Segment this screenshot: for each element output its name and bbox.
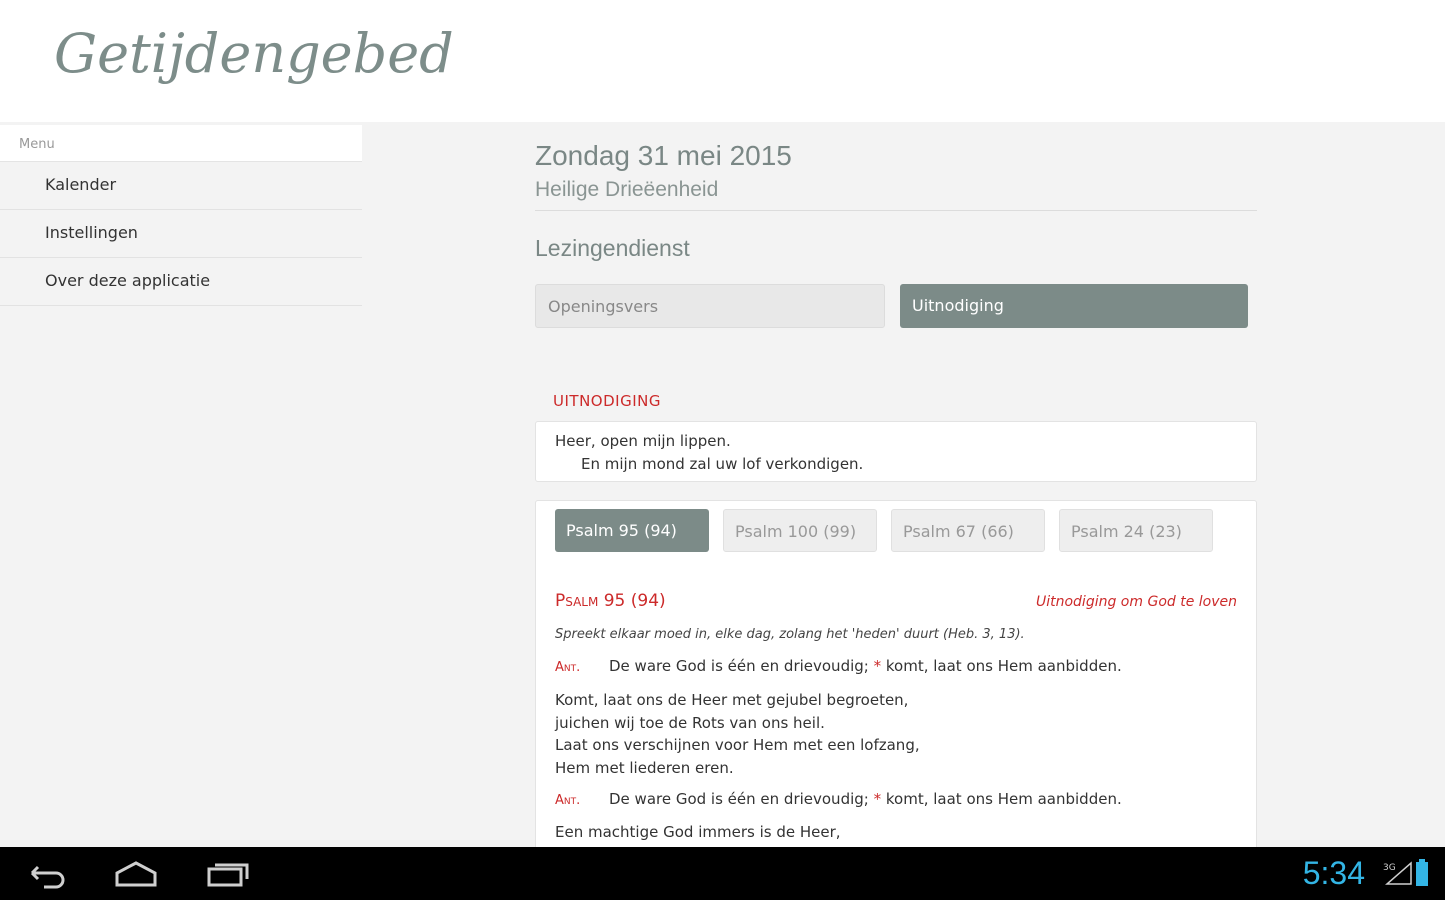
svg-text:3G: 3G [1383, 863, 1396, 873]
antiphon-text-2: komt, laat ons Hem aanbidden. [885, 657, 1122, 675]
psalm-title: Psalm 95 (94) [555, 591, 666, 611]
clock: 5:34 [1302, 855, 1365, 891]
antiphon-text-1: De ware God is één en drievoudig; [609, 657, 869, 675]
menu-label: Menu [0, 125, 362, 162]
tab-psalm-24[interactable]: Psalm 24 (23) [1059, 509, 1213, 552]
tab-openingsvers[interactable]: Openingsvers [535, 284, 885, 328]
signal-icon: 3G [1383, 861, 1412, 885]
sidebar-item-kalender[interactable]: Kalender [0, 162, 362, 210]
psalm-quote: Spreekt elkaar moed in, elke dag, zolang… [555, 627, 1025, 642]
back-icon[interactable] [24, 859, 68, 889]
sidebar-item-over[interactable]: Over deze applicatie [0, 258, 362, 306]
battery-icon [1416, 859, 1428, 886]
antiphon: Ant. De ware God is één en drievoudig; * … [555, 657, 1122, 675]
antiphon-text-2: komt, laat ons Hem aanbidden. [885, 790, 1122, 808]
verse-line: Laat ons verschijnen voor Hem met een lo… [555, 736, 920, 754]
app-title: Getijdengebed [54, 22, 454, 85]
sidebar-menu: Menu Kalender Instellingen Over deze app… [0, 125, 362, 306]
feast-name: Heilige Drieëenheid [535, 178, 719, 201]
sidebar-item-instellingen[interactable]: Instellingen [0, 210, 362, 258]
verse-line: juichen wij toe de Rots van ons heil. [555, 713, 825, 732]
system-navbar: 5:34 3G [0, 847, 1445, 900]
invitation-line-1: Heer, open mijn lippen. [555, 432, 731, 450]
divider [535, 210, 1257, 211]
hour-tabs: Openingsvers Uitnodiging [535, 284, 1257, 328]
recent-apps-icon[interactable] [205, 859, 251, 889]
invitation-box: Heer, open mijn lippen. En mijn mond zal… [535, 421, 1257, 482]
tab-uitnodiging[interactable]: Uitnodiging [900, 284, 1248, 328]
tab-psalm-95[interactable]: Psalm 95 (94) [555, 509, 709, 552]
antiphon-star: * [873, 657, 882, 675]
verse-line: Komt, laat ons de Heer met gejubel begro… [555, 691, 909, 709]
psalm-panel: Psalm 95 (94) Psalm 100 (99) Psalm 67 (6… [535, 500, 1257, 860]
verse-line: Hem met liederen eren. [555, 758, 734, 777]
section-title: Lezingendienst [535, 235, 690, 261]
invitation-line-2: En mijn mond zal uw lof verkondigen. [581, 455, 864, 473]
verse-line: Een machtige God immers is de Heer, [555, 823, 841, 841]
invitation-heading: UITNODIGING [553, 392, 661, 410]
antiphon-star: * [873, 790, 882, 808]
psalm-verses: Komt, laat ons de Heer met gejubel begro… [555, 689, 920, 779]
antiphon-label: Ant. [555, 660, 581, 675]
tab-psalm-67[interactable]: Psalm 67 (66) [891, 509, 1045, 552]
tab-psalm-100[interactable]: Psalm 100 (99) [723, 509, 877, 552]
antiphon-label: Ant. [555, 793, 581, 808]
app-header: Getijdengebed [0, 0, 1445, 122]
page-date: Zondag 31 mei 2015 [535, 140, 792, 171]
antiphon-repeat: Ant. De ware God is één en drievoudig; * … [555, 790, 1122, 808]
antiphon-text-1: De ware God is één en drievoudig; [609, 790, 869, 808]
main-content: Zondag 31 mei 2015 Heilige Drieëenheid L… [535, 140, 1257, 328]
home-icon[interactable] [113, 859, 159, 889]
psalm-subtitle: Uitnodiging om God te loven [1035, 594, 1237, 610]
